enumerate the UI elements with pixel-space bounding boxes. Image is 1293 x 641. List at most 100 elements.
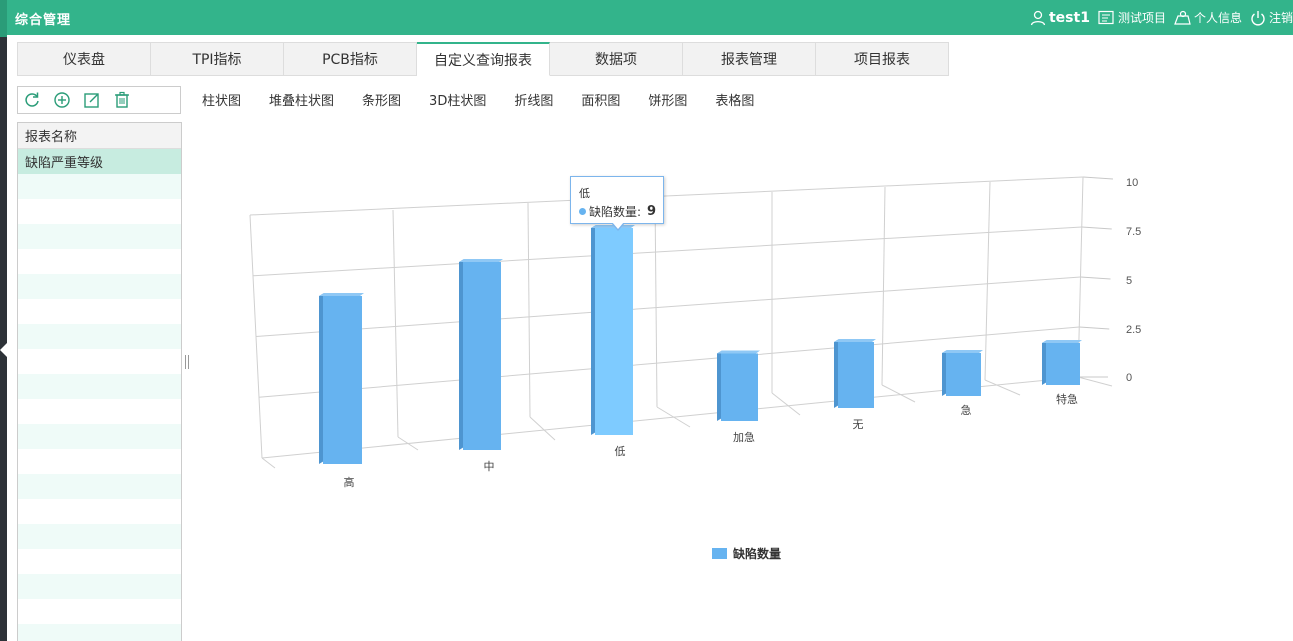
x-tick-label: 低	[615, 445, 626, 458]
report-list-item[interactable]: 缺陷严重等级	[18, 149, 181, 174]
header-actions: test1 测试项目 个人信息 注销	[1030, 0, 1293, 35]
panel-splitter[interactable]	[185, 355, 189, 369]
list-item-empty	[18, 499, 181, 524]
list-item-empty	[18, 574, 181, 599]
tab-project-report[interactable]: 项目报表	[816, 42, 949, 76]
list-item-empty	[18, 324, 181, 349]
axis-tick-line	[1080, 276, 1111, 280]
bar	[1046, 343, 1080, 385]
chart-type-bar[interactable]: 条形图	[362, 90, 401, 109]
list-item-empty	[18, 599, 181, 624]
x-tick-label: 高	[344, 475, 355, 489]
report-list-empty-rows	[18, 174, 181, 641]
tooltip-dot-icon	[579, 208, 586, 215]
tooltip-line: 缺陷数量: 9	[579, 203, 657, 220]
gridline	[255, 276, 1081, 337]
list-item-empty	[18, 449, 181, 474]
tab-data-items[interactable]: 数据项	[550, 42, 683, 76]
x-tick-label: 加急	[733, 430, 755, 444]
bar-top	[834, 339, 876, 342]
chart-type-bar: 柱状图 堆叠柱状图 条形图 3D柱状图 折线图 面积图 饼形图 表格图	[202, 90, 782, 109]
list-item-empty	[18, 199, 181, 224]
gridline	[392, 209, 399, 438]
edit-button[interactable]	[82, 90, 102, 110]
top-header: 综合管理 test1 测试项目 个人信息 注销	[7, 0, 1293, 35]
refresh-button[interactable]	[22, 90, 42, 110]
list-item-empty	[18, 249, 181, 274]
user-menu[interactable]: test1	[1030, 10, 1090, 26]
bar	[946, 353, 981, 396]
gridline	[527, 202, 531, 418]
add-button[interactable]	[52, 90, 72, 110]
list-item-empty	[18, 224, 181, 249]
user-icon	[1030, 10, 1046, 25]
logout-label: 注销	[1268, 11, 1293, 25]
floor-line	[529, 416, 556, 441]
tooltip-series: 缺陷数量:	[589, 205, 642, 219]
floor-line	[261, 457, 276, 469]
y-tick-label: 5	[1126, 275, 1132, 287]
floor-line	[984, 379, 1021, 396]
tab-pcb[interactable]: PCB指标	[284, 42, 417, 76]
chart-type-pie[interactable]: 饼形图	[648, 90, 687, 109]
chart-type-column[interactable]: 柱状图	[202, 90, 241, 109]
chart-type-area[interactable]: 面积图	[581, 90, 620, 109]
list-item-empty	[18, 274, 181, 299]
y-tick-label: 0	[1126, 372, 1132, 384]
floor-line	[1077, 376, 1113, 387]
refresh-icon	[25, 92, 39, 107]
bar	[595, 228, 633, 435]
logout-link[interactable]: 注销	[1250, 9, 1293, 26]
personal-info-link[interactable]: 个人信息	[1174, 9, 1242, 26]
chart-legend[interactable]: 缺陷数量	[712, 545, 781, 562]
delete-button[interactable]	[112, 90, 132, 110]
collapse-arrow-icon[interactable]	[0, 343, 7, 357]
x-tick-label: 中	[484, 460, 495, 473]
y-tick-label: 10	[1126, 177, 1138, 189]
y-tick-label: 7.5	[1126, 226, 1141, 238]
list-item-empty	[18, 299, 181, 324]
left-edge-strip	[0, 0, 7, 641]
x-tick-label: 无	[853, 418, 864, 431]
tab-tpi[interactable]: TPI指标	[151, 42, 284, 76]
gridline	[252, 226, 1082, 277]
list-item-empty	[18, 624, 181, 641]
axis-tick-line	[1082, 176, 1114, 180]
report-toolbar	[17, 86, 181, 114]
user-name: test1	[1048, 9, 1090, 26]
chart-type-table[interactable]: 表格图	[715, 90, 754, 109]
y-tick-label: 2.5	[1126, 324, 1141, 336]
list-item-empty	[18, 474, 181, 499]
axis-tick-line	[1079, 326, 1110, 330]
bar-top	[717, 350, 760, 354]
bar	[323, 296, 362, 464]
tab-custom-report[interactable]: 自定义查询报表	[417, 42, 550, 76]
gridline	[984, 181, 991, 381]
report-list-header: 报表名称	[18, 123, 181, 149]
test-project-link[interactable]: 测试项目	[1098, 9, 1166, 26]
tooltip-category: 低	[579, 187, 590, 200]
project-icon	[1098, 10, 1114, 24]
list-item-empty	[18, 349, 181, 374]
chart-type-3d-column[interactable]: 3D柱状图	[429, 90, 486, 109]
x-tick-label: 特急	[1056, 392, 1078, 406]
bar	[838, 342, 874, 408]
bar-top	[319, 293, 364, 296]
tooltip-arrow-inner	[612, 222, 624, 229]
chart-type-stacked-column[interactable]: 堆叠柱状图	[269, 90, 334, 109]
floor-line	[771, 392, 801, 416]
list-item-empty	[18, 374, 181, 399]
defect-chart: 02.557.510高中低加急无急特急	[249, 176, 1141, 489]
tab-report-management[interactable]: 报表管理	[683, 42, 816, 76]
floor-line	[397, 436, 419, 451]
list-item-empty	[18, 424, 181, 449]
delete-icon	[115, 91, 129, 108]
legend-swatch	[712, 548, 727, 559]
tab-dashboard[interactable]: 仪表盘	[17, 42, 151, 76]
list-item-empty	[18, 524, 181, 549]
list-item-empty	[18, 549, 181, 574]
edit-icon	[84, 93, 99, 108]
chart-type-line[interactable]: 折线图	[514, 90, 553, 109]
bar-top	[459, 259, 503, 262]
bar-top	[942, 350, 983, 353]
